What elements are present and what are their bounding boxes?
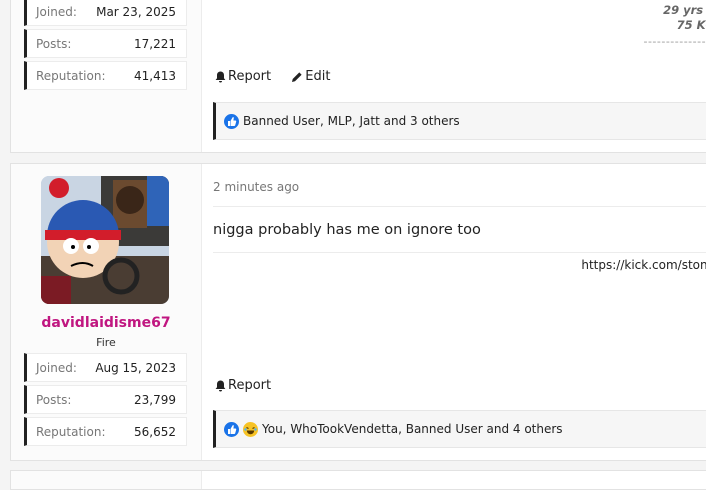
next-post: [10, 470, 706, 490]
post-message: nigga probably has me on ignore too: [213, 222, 481, 238]
stat-value: Mar 23, 2025: [96, 5, 176, 19]
reactions-bar[interactable]: You, WhoTookVendetta, Banned User and 4 …: [213, 410, 706, 448]
stat-value: 41,413: [134, 69, 176, 83]
signature-block: 29 yrs o 75 KG ----------------: [629, 0, 706, 53]
report-button[interactable]: Report: [215, 69, 271, 84]
user-title: Fire: [96, 336, 116, 349]
stat-label: Joined:: [36, 5, 77, 19]
forum-post: davidlaidisme67 Fire Joined: Aug 15, 202…: [10, 163, 706, 461]
edit-label: Edit: [305, 69, 331, 84]
stat-label: Reputation:: [36, 69, 106, 83]
reputation-row: Reputation: 41,413: [24, 61, 187, 90]
stat-value: 17,221: [134, 37, 176, 51]
reactions-text: Banned User, MLP, Jatt and 3 others: [243, 114, 460, 128]
stat-label: Posts:: [36, 37, 72, 51]
stat-label: Posts:: [36, 393, 72, 407]
stat-label: Joined:: [36, 361, 77, 375]
stat-label: Reputation:: [36, 425, 106, 439]
post-timestamp[interactable]: 2 minutes ago: [213, 180, 299, 194]
edit-button[interactable]: Edit: [291, 69, 330, 84]
user-info-column: Joined: Mar 23, 2025 Posts: 17,221 Reput…: [11, 0, 202, 152]
signature-link[interactable]: https://kick.com/stone: [581, 258, 706, 272]
user-info-column: davidlaidisme67 Fire Joined: Aug 15, 202…: [11, 164, 202, 460]
pencil-icon: [292, 71, 302, 82]
thumbs-up-icon: [224, 113, 239, 129]
stat-value: 23,799: [134, 393, 176, 407]
report-button[interactable]: Report: [215, 378, 271, 393]
post-actions: Report Edit: [215, 69, 346, 87]
reputation-row: Reputation: 56,652: [24, 417, 187, 446]
signature-line: 29 yrs o: [663, 3, 706, 17]
report-label: Report: [228, 69, 272, 84]
bell-icon: [215, 71, 226, 82]
signature-divider: ----------------: [643, 35, 706, 48]
joined-row: Joined: Aug 15, 2023: [24, 353, 187, 382]
posts-row: Posts: 17,221: [24, 29, 187, 58]
signature-line: 75 KG: [676, 18, 706, 32]
reactions-bar[interactable]: Banned User, MLP, Jatt and 3 others: [213, 102, 706, 140]
reactions-text: You, WhoTookVendetta, Banned User and 4 …: [262, 422, 563, 436]
username[interactable]: davidlaidisme67: [11, 315, 201, 331]
bell-icon: [215, 380, 226, 391]
laughing-face-icon: [243, 421, 258, 437]
avatar[interactable]: [41, 176, 169, 304]
divider: [213, 206, 706, 207]
stat-value: 56,652: [134, 425, 176, 439]
stat-value: Aug 15, 2023: [95, 361, 176, 375]
posts-row: Posts: 23,799: [24, 385, 187, 414]
signature-divider: [213, 252, 706, 253]
post-actions: Report: [215, 378, 287, 396]
joined-row: Joined: Mar 23, 2025: [24, 0, 187, 26]
previous-post: Joined: Mar 23, 2025 Posts: 17,221 Reput…: [10, 0, 706, 153]
report-label: Report: [228, 378, 272, 393]
thumbs-up-icon: [224, 421, 239, 437]
